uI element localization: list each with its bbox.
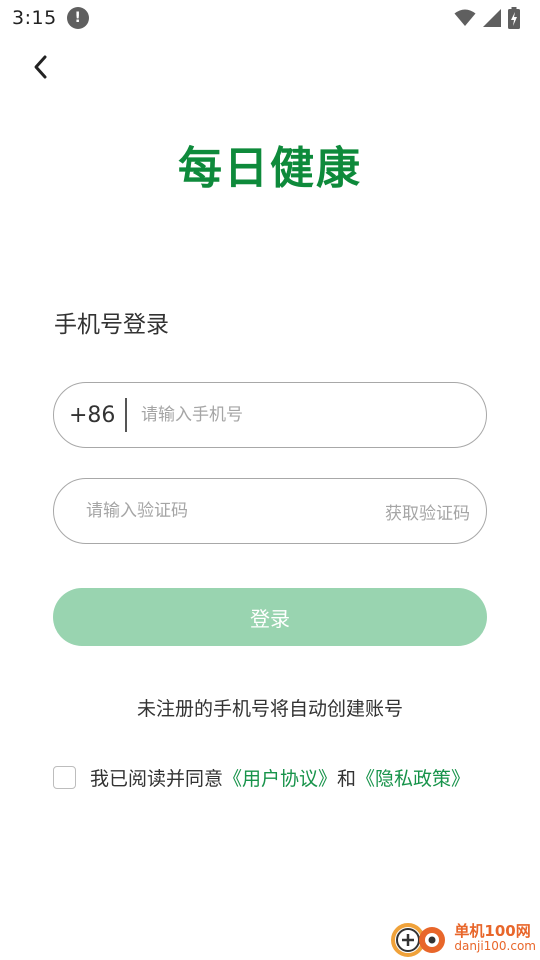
login-button[interactable]: 登录 (53, 588, 487, 646)
status-left: 3:15 ! (12, 7, 89, 29)
info-icon: ! (66, 7, 89, 29)
watermark-text: 单机100网 danji100.com (454, 923, 536, 953)
phone-input[interactable] (139, 404, 486, 426)
status-right (454, 7, 520, 29)
agreement-prefix: 我已阅读并同意 (90, 768, 224, 790)
watermark-title: 单机100网 (454, 922, 531, 941)
agreement-checkbox[interactable] (53, 766, 76, 789)
watermark-url: danji100.com (454, 938, 536, 953)
battery-charging-icon (508, 7, 520, 29)
privacy-policy-link[interactable]: 《隐私政策》 (356, 764, 470, 791)
auto-register-notice: 未注册的手机号将自动创建账号 (136, 698, 403, 720)
status-time: 3:15 (12, 7, 57, 29)
agreement-conjunction: 和 (337, 768, 357, 790)
field-divider (125, 398, 127, 432)
watermark-logo-icon (391, 923, 446, 957)
user-agreement-link[interactable]: 《用户协议》 (223, 764, 337, 791)
agreement-row: 我已阅读并同意 《用户协议》 和 《隐私政策》 (53, 764, 470, 791)
app-logo: 每日健康 (178, 143, 362, 194)
back-button[interactable] (24, 50, 58, 84)
code-input[interactable] (84, 500, 385, 522)
watermark: 单机100网 danji100.com (388, 918, 536, 958)
country-code[interactable]: +86 (69, 403, 125, 428)
status-bar: 3:15 ! (0, 0, 540, 36)
get-code-button[interactable]: 获取验证码 (385, 499, 470, 524)
chevron-left-icon (34, 55, 47, 79)
wifi-icon (454, 9, 476, 26)
code-field: 获取验证码 (53, 478, 487, 544)
page-title: 手机号登录 (54, 312, 169, 338)
login-screen: 3:15 ! 每日健康 手机号登录 +86 获取验 (0, 0, 540, 960)
signal-icon (483, 9, 501, 27)
phone-field: +86 (53, 382, 487, 448)
